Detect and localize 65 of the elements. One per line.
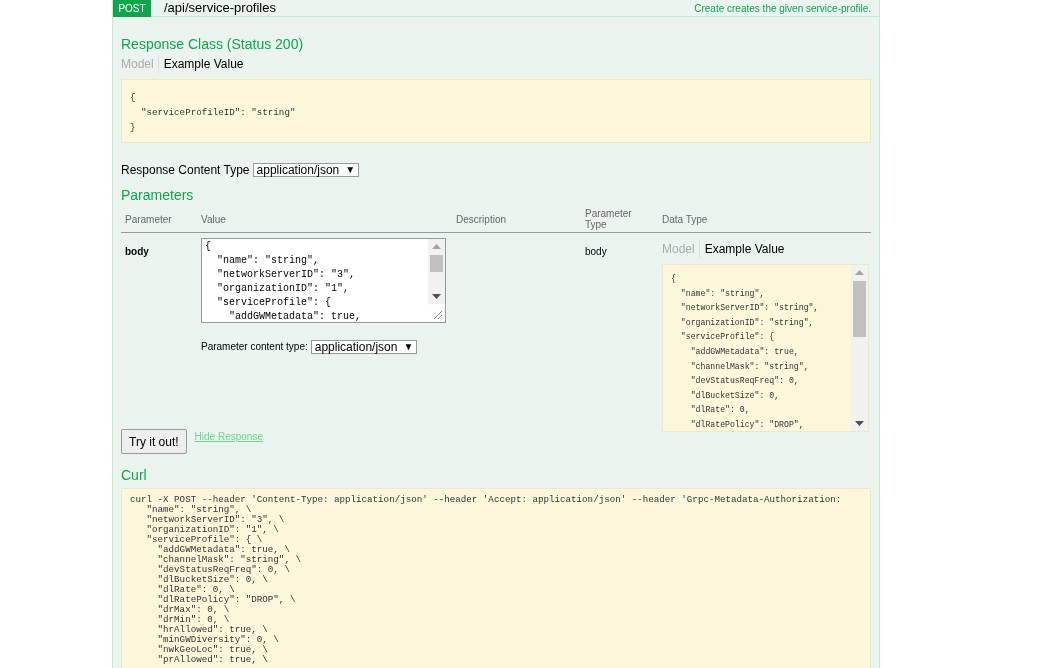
- code-line: "serviceProfileID": "string": [140, 106, 297, 120]
- resize-grip-icon[interactable]: [433, 310, 442, 319]
- field-label: Parameter content type:: [201, 340, 308, 354]
- body-field[interactable]: { "name": "string", "networkServerID": "3", "organizationID": "1", "serviceProfile": { "addGWMetadata": true,: [201, 238, 446, 323]
- code-line: "channelMask": "string", \: [156, 555, 302, 565]
- code-line: "prAllowed": true, \: [156, 655, 269, 665]
- code-line: "drMax": 0, \: [156, 605, 231, 615]
- code-line: "serviceProfile": {: [679, 331, 776, 344]
- code-line: "name": "string",: [216, 254, 321, 268]
- code-line: }: [130, 121, 137, 135]
- code-line: "drMin": 0, \: [156, 615, 231, 625]
- scrollbar-thumb[interactable]: [430, 255, 443, 272]
- model-tab[interactable]: Example Value: [698, 240, 785, 258]
- column-header: Parameter Type: [585, 208, 633, 230]
- model-tab[interactable]: Example Value: [157, 55, 244, 73]
- code-line: "addGWMetadata": true,: [228, 310, 363, 322]
- column-header: Value: [201, 213, 227, 225]
- code-line: "networkServerID": "3",: [216, 268, 357, 282]
- code-line: "channelMask": "string",: [689, 360, 810, 373]
- code-line: curl -X POST --header 'Content-Type: application/json' --header 'Accept: application/json' --header 'Grpc-Metadata-Authorization:: [130, 495, 843, 505]
- code-line: "dlBucketSize": 0,: [689, 389, 781, 402]
- code-line: "nwkGeoLoc": true, \: [156, 645, 269, 655]
- code-line: "dlRatePolicy": "DROP", \: [156, 595, 297, 605]
- code-line: "networkServerID": "3", \: [145, 515, 286, 525]
- code-line: "dlRate": 0,: [689, 404, 751, 417]
- code-line: "name": "string",: [679, 287, 766, 300]
- code-line: "dlBucketSize": 0, \: [156, 575, 269, 585]
- code-line: "dlRatePolicy": "DROP",: [689, 418, 805, 431]
- code-line: "hrAllowed": true, \: [156, 625, 269, 635]
- column-header: Data Type: [662, 213, 709, 225]
- section-heading: Parameters: [121, 186, 195, 203]
- parameter-type: body: [585, 246, 607, 257]
- field-label: Response Content Type: [121, 162, 250, 179]
- code-line: "organizationID": "1",: [216, 282, 351, 296]
- scroll-down-icon[interactable]: [855, 421, 864, 426]
- code-line: "serviceProfile": { \: [145, 535, 264, 545]
- code-line: {: [671, 273, 677, 285]
- code-line: "networkServerID": "string",: [679, 302, 820, 315]
- code-line: "serviceProfile": {: [216, 296, 333, 310]
- select-dropdown[interactable]: application/json ▼: [252, 163, 360, 177]
- code-line: "organizationID": "1", \: [145, 525, 280, 535]
- code-line: {: [130, 91, 137, 105]
- code-line: "dlRate": 0, \: [156, 585, 236, 595]
- method-badge: POST: [113, 0, 151, 17]
- code-line: "devStatusReqFreq": 0, \: [156, 565, 291, 575]
- endpoint-path[interactable]: /api/service-profiles: [164, 0, 276, 18]
- code-line: {: [205, 240, 212, 254]
- column-header: Parameter: [125, 213, 173, 225]
- code-line: "devStatusReqFreq": 0,: [689, 375, 800, 388]
- section-heading: Curl: [121, 466, 148, 483]
- parameter-name: body: [125, 246, 149, 257]
- scroll-down-icon[interactable]: [432, 294, 441, 299]
- operation-summary: Create creates the given service-profile.: [694, 1, 871, 16]
- column-header: Description: [456, 213, 508, 225]
- code-line: "organizationID": "string",: [679, 316, 815, 329]
- scrollbar-thumb[interactable]: [853, 281, 866, 337]
- select-dropdown[interactable]: application/json ▼: [310, 339, 418, 354]
- scroll-up-icon[interactable]: [855, 270, 864, 275]
- code-line: "minGWDiversity": 0, \: [156, 635, 280, 645]
- scroll-up-icon[interactable]: [432, 244, 441, 249]
- try-it-out-button[interactable]: Try it out!: [121, 429, 187, 454]
- code-line: "name": "string", \: [145, 505, 253, 515]
- code-line: "addGWMetadata": true, \: [156, 545, 291, 555]
- section-heading: Response Class (Status 200): [121, 35, 305, 52]
- code-line: "addGWMetadata": true,: [689, 345, 800, 358]
